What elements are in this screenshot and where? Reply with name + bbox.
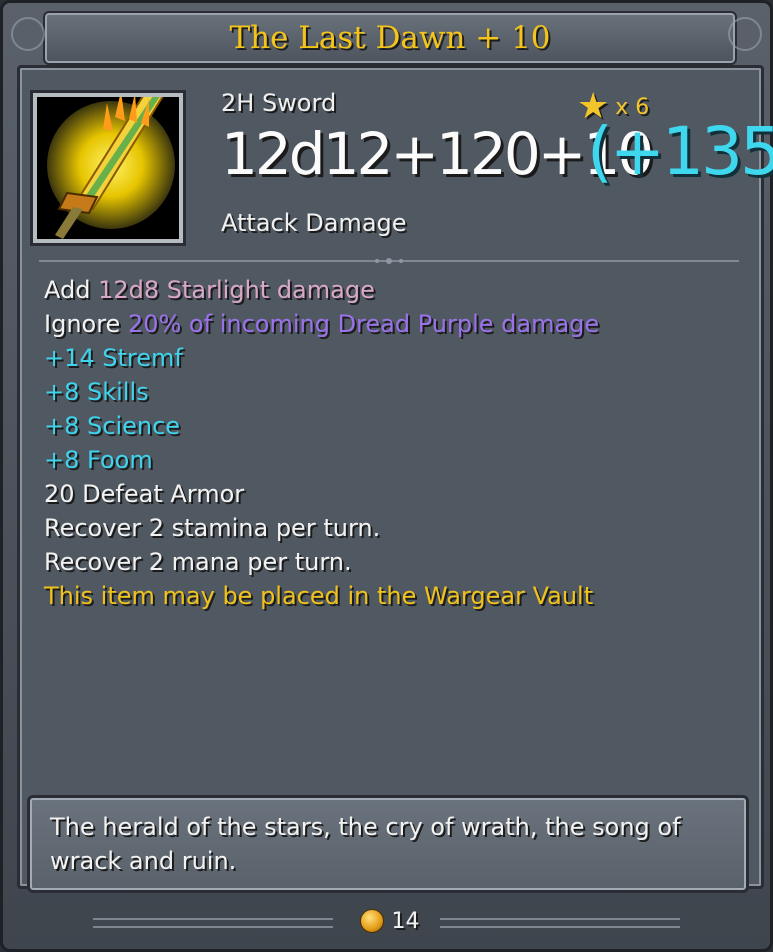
- item-type: 2H Sword: [221, 89, 337, 117]
- damage-bonus: (+135): [587, 113, 773, 190]
- tooltip-frame: The Last Dawn + 10 2H Sword ★ x 6 12d12+…: [0, 0, 773, 952]
- flavor-text-box: The herald of the stars, the cry of wrat…: [27, 795, 749, 893]
- stat-list: Add 12d8 Starlight damage Ignore 20% of …: [44, 273, 599, 613]
- item-icon-frame[interactable]: [33, 93, 183, 243]
- title-bar: The Last Dawn + 10: [43, 11, 737, 65]
- ornamental-divider: [39, 258, 739, 264]
- item-title: The Last Dawn + 10: [229, 20, 551, 56]
- damage-label: Attack Damage: [221, 209, 407, 237]
- stat-line-vault: This item may be placed in the Wargear V…: [44, 582, 594, 610]
- coin-icon: [359, 909, 384, 933]
- stat-line-science: +8 Science: [44, 412, 181, 440]
- footer: 14: [3, 901, 773, 941]
- stat-line-add: Add 12d8 Starlight damage: [44, 276, 375, 304]
- flavor-text: The herald of the stars, the cry of wrat…: [50, 813, 681, 875]
- stat-line-defeat-armor: 20 Defeat Armor: [44, 480, 245, 508]
- stat-line-ignore: Ignore 20% of incoming Dread Purple dama…: [44, 310, 600, 338]
- golden-sword-icon: [37, 97, 179, 239]
- stat-line-skills: +8 Skills: [44, 378, 149, 406]
- stat-line-mana: Recover 2 mana per turn.: [44, 548, 352, 576]
- stat-line-foom: +8 Foom: [44, 446, 153, 474]
- coin-value: 14: [391, 908, 420, 934]
- stat-line-stremf: +14 Stremf: [44, 344, 183, 372]
- stat-line-stamina: Recover 2 stamina per turn.: [44, 514, 381, 542]
- corner-ornament-left: [11, 17, 45, 51]
- corner-ornament-right: [728, 17, 762, 51]
